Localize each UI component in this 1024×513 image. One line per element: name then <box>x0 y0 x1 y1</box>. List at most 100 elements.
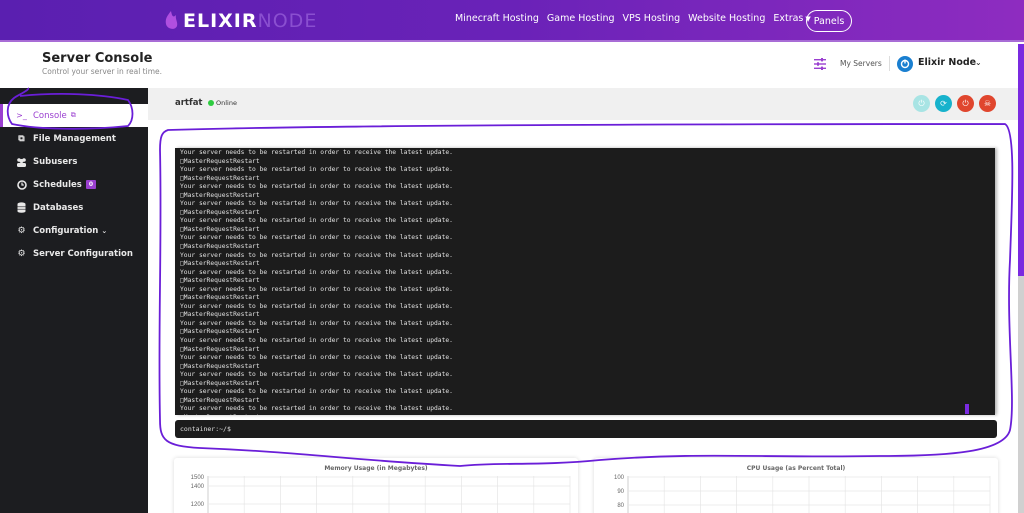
console-line: □MasterRequestRestart <box>180 328 260 336</box>
console-line: Your server needs to be restarted in ord… <box>180 388 453 396</box>
page-subtitle: Control your server in real time. <box>42 67 163 76</box>
console-line: □MasterRequestRestart <box>180 362 260 370</box>
nav-vps-hosting[interactable]: VPS Hosting <box>623 13 681 24</box>
chevron-down-icon: ⌄ <box>101 226 108 235</box>
terminal-icon: >_ <box>16 111 27 120</box>
sidebar-item-console[interactable]: >_ Console ⧉ <box>0 104 148 127</box>
users-icon <box>16 156 27 167</box>
main-content: Your server needs to be restarted in ord… <box>148 120 1018 513</box>
y-tick-label: 1500 <box>191 475 205 481</box>
sidebar-item-server-configuration[interactable]: ⚙ Server Configuration <box>0 242 148 265</box>
console-line: Your server needs to be restarted in ord… <box>180 302 453 310</box>
y-tick-label: 80 <box>617 503 624 509</box>
console-line: □MasterRequestRestart <box>180 311 260 319</box>
console-line: Your server needs to be restarted in ord… <box>180 234 453 242</box>
sidebar-item-configuration[interactable]: ⚙ Configuration ⌄ <box>0 219 148 242</box>
sidebar-item-file-management[interactable]: ⧉ File Management <box>0 127 148 150</box>
power-icon: ⏻ <box>962 98 969 108</box>
external-link-icon: ⧉ <box>70 111 76 119</box>
cogs-icon: ⚙ <box>17 225 26 236</box>
start-button[interactable]: ⏻ <box>913 95 930 112</box>
console-line: Your server needs to be restarted in ord… <box>180 200 453 208</box>
server-status-bar: artfat Online ⏻ ⟳ ⏻ ☠ <box>148 88 1018 120</box>
sidebar: >_ Console ⧉ ⧉ File Management Subusers … <box>0 88 148 513</box>
memory-chart: Memory Usage (in Megabytes) 1500 1400 1200 <box>174 458 578 513</box>
clock-icon <box>16 179 27 190</box>
console-line: □MasterRequestRestart <box>180 208 260 216</box>
console-line: □MasterRequestRestart <box>180 157 260 165</box>
my-servers-link[interactable]: My Servers <box>840 59 882 68</box>
sidebar-item-label: Schedules <box>33 179 82 190</box>
page-scrollbar-thumb[interactable] <box>1018 44 1024 276</box>
account-avatar[interactable] <box>897 56 913 72</box>
flame-icon <box>165 11 178 29</box>
console-log: Your server needs to be restarted in ord… <box>175 148 995 415</box>
console-line: Your server needs to be restarted in ord… <box>180 405 453 413</box>
console-line: □MasterRequestRestart <box>180 225 260 233</box>
console-line: Your server needs to be restarted in ord… <box>180 251 453 259</box>
sidebar-item-databases[interactable]: Databases <box>0 196 148 219</box>
console-line: Your server needs to be restarted in ord… <box>180 149 453 156</box>
y-tick-label: 100 <box>614 475 625 481</box>
power-icon: ⏻ <box>918 98 925 108</box>
gear-icon: ⚙ <box>17 248 26 259</box>
files-icon: ⧉ <box>18 133 25 144</box>
console-line: Your server needs to be restarted in ord… <box>180 217 453 225</box>
page-title: Server Console <box>42 51 153 66</box>
console-line: Your server needs to be restarted in ord… <box>180 371 453 379</box>
cpu-chart-plot: 100 90 80 <box>614 475 991 513</box>
console-line: Your server needs to be restarted in ord… <box>180 337 453 345</box>
console-line: Your server needs to be restarted in ord… <box>180 354 453 362</box>
command-input[interactable]: container:~/$ <box>175 420 997 438</box>
console-line: □MasterRequestRestart <box>180 396 260 404</box>
logo-text-primary: ELIXIR <box>183 10 258 32</box>
console-line: □MasterRequestRestart <box>180 260 260 268</box>
sidebar-item-subusers[interactable]: Subusers <box>0 150 148 173</box>
database-icon <box>16 202 27 213</box>
console-line: □MasterRequestRestart <box>180 379 260 387</box>
kill-button[interactable]: ☠ <box>979 95 996 112</box>
console-line: □MasterRequestRestart <box>180 277 260 285</box>
console-line: Your server needs to be restarted in ord… <box>180 268 453 276</box>
console-output[interactable]: Your server needs to be restarted in ord… <box>175 148 995 415</box>
sidebar-item-label: Server Configuration <box>33 248 133 259</box>
header-divider <box>889 56 890 71</box>
top-navbar: ELIXIR NODE Minecraft Hosting Game Hosti… <box>0 0 1024 42</box>
console-line: □MasterRequestRestart <box>180 345 260 353</box>
stop-button[interactable]: ⏻ <box>957 95 974 112</box>
console-line: □MasterRequestRestart <box>180 174 260 182</box>
y-tick-label: 90 <box>617 489 624 495</box>
console-line: □MasterRequestRestart <box>180 191 260 199</box>
sidebar-item-schedules[interactable]: Schedules 0 <box>0 173 148 196</box>
account-name[interactable]: Elixir Node <box>918 57 976 68</box>
logo[interactable]: ELIXIR NODE <box>163 8 317 34</box>
nav-minecraft-hosting[interactable]: Minecraft Hosting <box>455 13 539 24</box>
chevron-down-icon[interactable]: ⌄ <box>975 58 982 67</box>
nav-links: Minecraft Hosting Game Hosting VPS Hosti… <box>455 13 819 24</box>
nav-game-hosting[interactable]: Game Hosting <box>547 13 615 24</box>
console-line: Your server needs to be restarted in ord… <box>180 319 453 327</box>
sliders-icon[interactable] <box>814 58 826 70</box>
logo-text-secondary: NODE <box>257 10 318 32</box>
sidebar-item-label: Console <box>33 110 67 121</box>
nav-website-hosting[interactable]: Website Hosting <box>688 13 765 24</box>
skull-icon: ☠ <box>983 99 992 108</box>
y-tick-label: 1400 <box>191 484 205 490</box>
console-line: □MasterRequestRestart <box>180 243 260 251</box>
server-name: artfat <box>175 98 203 108</box>
sidebar-item-label: Subusers <box>33 156 78 167</box>
cpu-chart: CPU Usage (as Percent Total) 100 90 80 <box>594 458 998 513</box>
console-line: Your server needs to be restarted in ord… <box>180 183 453 191</box>
y-tick-label: 1200 <box>191 502 205 508</box>
schedules-count-badge: 0 <box>85 180 97 189</box>
status-indicator <box>208 100 214 106</box>
memory-chart-plot: 1500 1400 1200 <box>191 475 571 513</box>
sidebar-item-label: Databases <box>33 202 84 213</box>
console-scrollbar[interactable] <box>965 404 969 414</box>
restart-button[interactable]: ⟳ <box>935 95 952 112</box>
sidebar-item-label: File Management <box>33 133 116 144</box>
panels-button[interactable]: Panels <box>806 10 852 32</box>
sidebar-item-label: Configuration <box>33 225 99 236</box>
console-line: □MasterRequestRestart <box>180 414 990 415</box>
page-header: Server Console Control your server in re… <box>0 44 1018 88</box>
